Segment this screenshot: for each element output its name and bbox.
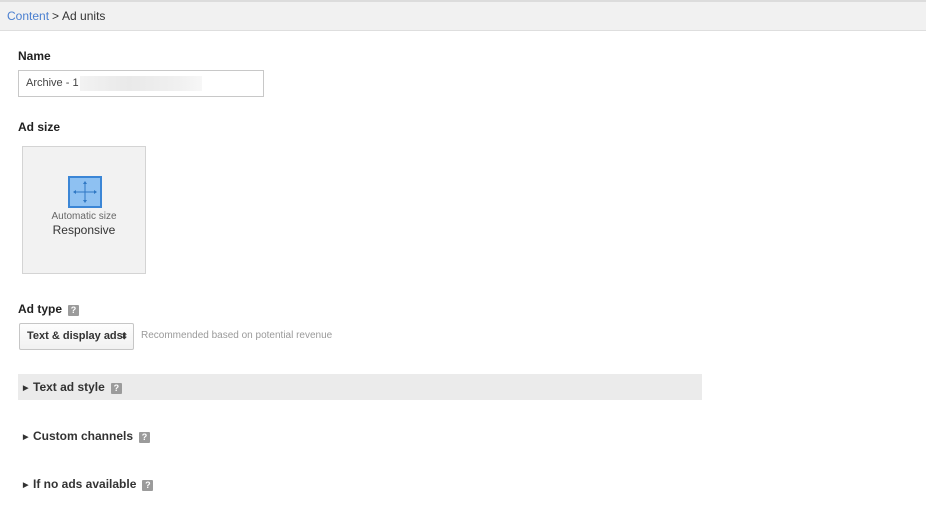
section-label: If no ads available <box>33 477 137 491</box>
expand-arrow-icon: ▶ <box>23 385 29 392</box>
help-icon[interactable]: ? <box>139 432 151 443</box>
section-custom-channels[interactable]: ▶ Custom channels? <box>18 423 702 449</box>
help-icon[interactable]: ? <box>68 305 80 316</box>
section-label: Custom channels <box>33 429 134 443</box>
name-input-value: Archive - 1 <box>26 77 79 89</box>
section-text-ad-style[interactable]: ▶ Text ad style? <box>18 374 702 400</box>
breadcrumb: Content > Ad units <box>0 0 926 31</box>
redacted-region <box>80 76 202 91</box>
ad-size-caption: Automatic size <box>51 211 117 222</box>
resize-arrows-icon <box>68 176 102 208</box>
section-if-no-ads-available[interactable]: ▶ If no ads available? <box>18 471 702 497</box>
help-icon[interactable]: ? <box>110 383 122 394</box>
name-label: Name <box>18 49 51 63</box>
help-icon[interactable]: ? <box>142 480 154 491</box>
select-arrows-icon: ⬍ <box>120 331 128 341</box>
ad-type-selected-value: Text & display ads <box>27 330 123 342</box>
ad-type-select[interactable]: Text & display ads ⬍ <box>19 323 134 350</box>
ad-size-title: Responsive <box>52 223 116 237</box>
ad-type-label-text: Ad type <box>18 302 63 316</box>
section-label: Text ad style <box>33 380 105 394</box>
breadcrumb-current: Ad units <box>62 9 106 23</box>
ad-type-hint: Recommended based on potential revenue <box>141 330 333 341</box>
expand-arrow-icon: ▶ <box>23 482 29 489</box>
breadcrumb-separator: > <box>52 9 60 23</box>
ad-size-responsive-option[interactable]: Automatic size Responsive <box>22 146 146 274</box>
expand-arrow-icon: ▶ <box>23 434 29 441</box>
ad-size-label: Ad size <box>18 120 61 134</box>
breadcrumb-link-content[interactable]: Content <box>7 9 49 23</box>
ad-type-label: Ad type? <box>18 302 80 316</box>
